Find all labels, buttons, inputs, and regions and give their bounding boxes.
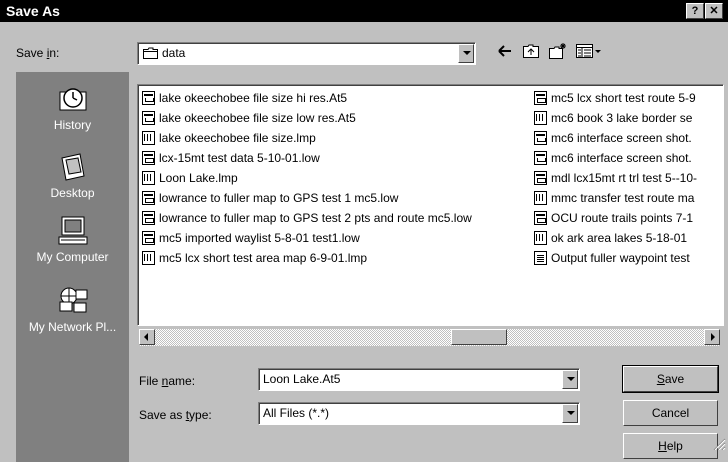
close-title-button[interactable]: ✕ [705, 3, 723, 19]
lmp-file-icon [534, 111, 547, 125]
scroll-thumb[interactable] [451, 329, 507, 345]
low-file-icon [142, 191, 155, 205]
file-item[interactable]: mc6 book 3 lake border se [534, 108, 697, 128]
file-name-text: mc5 lcx short test route 5-9 [551, 91, 696, 105]
place-label: Desktop [50, 186, 95, 200]
save-as-type-label: Save as type: [139, 408, 212, 422]
lmp-file-icon [534, 191, 547, 205]
help-title-button[interactable]: ? [686, 3, 704, 19]
new-folder-icon[interactable] [548, 42, 568, 60]
file-name-text: mc6 interface screen shot. [551, 151, 692, 165]
file-list-column-1: lake okeechobee file size hi res.At5 lake… [142, 88, 472, 268]
my-network-places-icon [56, 286, 90, 316]
file-name-text: lcx-15mt test data 5-10-01.low [159, 151, 320, 165]
lmp-file-icon [142, 131, 155, 145]
file-name-text: mc6 interface screen shot. [551, 131, 692, 145]
txt-file-icon [534, 251, 547, 265]
file-list[interactable]: lake okeechobee file size hi res.At5 lake… [137, 84, 724, 326]
low-file-icon [534, 211, 547, 225]
save-in-dropdown-arrow[interactable] [458, 44, 474, 63]
back-arrow-icon[interactable] [496, 42, 514, 60]
scroll-left-button[interactable] [139, 329, 155, 345]
file-name-text: mmc transfer test route ma [551, 191, 695, 205]
file-item[interactable]: lcx-15mt test data 5-10-01.low [142, 148, 472, 168]
low-file-icon [534, 171, 547, 185]
file-item[interactable]: lake okeechobee file size low res.At5 [142, 108, 472, 128]
low-file-icon [142, 151, 155, 165]
at5-file-icon [142, 91, 155, 105]
place-label: My Computer [36, 250, 109, 264]
save-as-type-value: All Files (*.*) [263, 406, 330, 420]
file-item[interactable]: lake okeechobee file size hi res.At5 [142, 88, 472, 108]
file-name-text: lake okeechobee file size low res.At5 [159, 111, 356, 125]
place-my-network-places[interactable]: My Network Pl... [16, 286, 129, 334]
file-name-text: lake okeechobee file size hi res.At5 [159, 91, 348, 105]
place-my-computer[interactable]: My Computer [16, 216, 129, 264]
file-name-text: mc6 book 3 lake border se [551, 111, 693, 125]
file-name-combobox[interactable]: Loon Lake.At5 [258, 368, 580, 391]
low-file-icon [534, 91, 547, 105]
folder-icon [143, 47, 158, 59]
file-name-text: OCU route trails points 7-1 [551, 211, 694, 225]
at5-file-icon [534, 151, 547, 165]
file-name-text: lowrance to fuller map to GPS test 2 pts… [159, 211, 472, 225]
lmp-file-icon [142, 251, 155, 265]
place-history[interactable]: History [16, 84, 129, 132]
file-name-text: mdl lcx15mt rt trl test 5--10- [551, 171, 698, 185]
size-grip-icon[interactable] [712, 438, 726, 451]
low-file-icon [142, 211, 155, 225]
file-item[interactable]: lowrance to fuller map to GPS test 2 pts… [142, 208, 472, 228]
at5-file-icon [142, 111, 155, 125]
my-computer-icon [56, 216, 90, 246]
file-name-text: Loon Lake.lmp [159, 171, 238, 185]
file-item[interactable]: mmc transfer test route ma [534, 188, 697, 208]
save-as-type-dropdown-arrow[interactable] [562, 404, 578, 423]
file-item[interactable]: mc5 imported waylist 5-8-01 test1.low [142, 228, 472, 248]
window-title: Save As [6, 3, 60, 19]
up-folder-icon[interactable] [522, 42, 540, 60]
lmp-file-icon [142, 171, 155, 185]
cancel-button[interactable]: Cancel [623, 400, 718, 426]
title-bar: Save As ? ✕ [0, 0, 728, 22]
place-label: History [53, 118, 92, 132]
file-name-text: mc5 lcx short test area map 6-9-01.lmp [159, 251, 368, 265]
save-in-label: Save in: [16, 46, 60, 60]
file-name-text: ok ark area lakes 5-18-01 [551, 231, 688, 245]
file-name-text: mc5 imported waylist 5-8-01 test1.low [159, 231, 360, 245]
file-name-input[interactable]: Loon Lake.At5 [263, 372, 340, 386]
file-name-label: File name: [139, 374, 196, 388]
file-item[interactable]: mc6 interface screen shot. [534, 148, 697, 168]
file-item[interactable]: ok ark area lakes 5-18-01 [534, 228, 697, 248]
file-item[interactable]: mdl lcx15mt rt trl test 5--10- [534, 168, 697, 188]
save-button[interactable]: Save [622, 365, 719, 393]
help-button[interactable]: Help [623, 433, 718, 459]
file-name-text: lake okeechobee file size.lmp [159, 131, 316, 145]
file-item[interactable]: mc5 lcx short test area map 6-9-01.lmp [142, 248, 472, 268]
file-name-text: lowrance to fuller map to GPS test 1 mc5… [159, 191, 399, 205]
lmp-file-icon [534, 231, 547, 245]
file-name-dropdown-arrow[interactable] [562, 370, 578, 389]
save-in-value: data [162, 46, 186, 60]
desktop-icon [56, 152, 90, 182]
file-item[interactable]: Loon Lake.lmp [142, 168, 472, 188]
scroll-right-button[interactable] [704, 329, 720, 345]
horizontal-scrollbar[interactable] [139, 329, 720, 346]
file-item[interactable]: lowrance to fuller map to GPS test 1 mc5… [142, 188, 472, 208]
at5-file-icon [534, 131, 547, 145]
places-bar: History Desktop My Computer My Network P… [16, 72, 129, 462]
file-item[interactable]: Output fuller waypoint test [534, 248, 697, 268]
file-item[interactable]: lake okeechobee file size.lmp [142, 128, 472, 148]
file-item[interactable]: mc5 lcx short test route 5-9 [534, 88, 697, 108]
file-item[interactable]: OCU route trails points 7-1 [534, 208, 697, 228]
history-icon [56, 84, 90, 114]
place-desktop[interactable]: Desktop [16, 152, 129, 200]
views-menu-icon[interactable] [575, 42, 603, 60]
file-item[interactable]: mc6 interface screen shot. [534, 128, 697, 148]
file-name-text: Output fuller waypoint test [551, 251, 690, 265]
save-as-type-combobox[interactable]: All Files (*.*) [258, 402, 580, 425]
low-file-icon [142, 231, 155, 245]
place-label: My Network Pl... [28, 320, 117, 334]
file-list-column-2: mc5 lcx short test route 5-9 mc6 book 3 l… [534, 88, 697, 268]
save-in-combobox[interactable]: data [137, 42, 476, 65]
